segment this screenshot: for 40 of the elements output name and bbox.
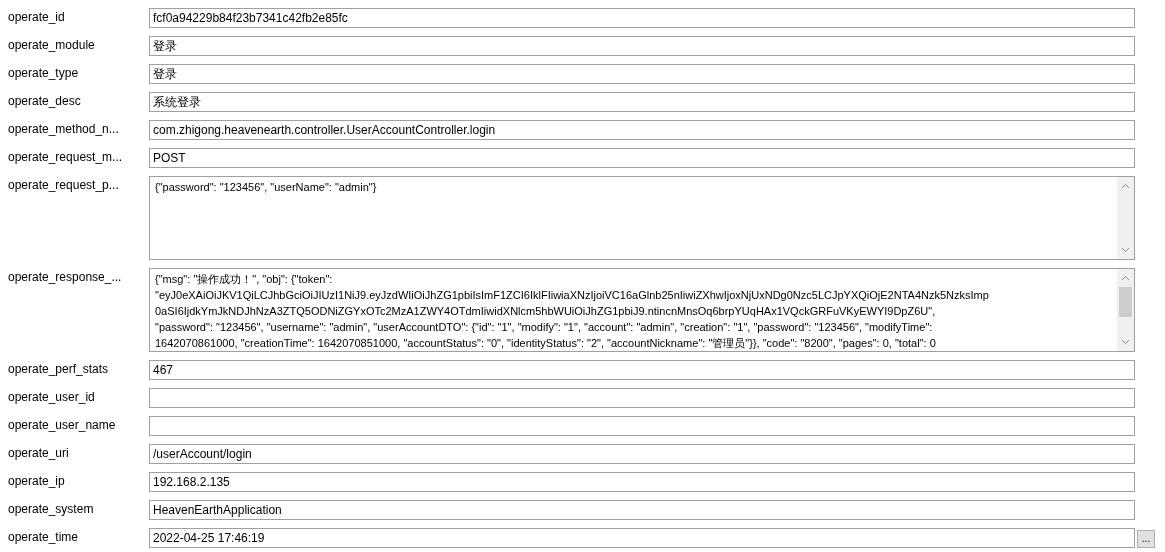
text-field[interactable]: 192.168.2.135 <box>149 472 1135 492</box>
scrollbar[interactable] <box>1117 269 1134 351</box>
text-field[interactable]: POST <box>149 148 1135 168</box>
text-field[interactable]: fcf0a94229b84f23b7341c42fb2e85fc <box>149 8 1135 28</box>
field-label: operate_uri <box>7 445 70 462</box>
text-line: {"msg": "操作成功！", "obj": {"token": <box>155 272 334 287</box>
field-label: operate_user_id <box>7 389 96 406</box>
text-field[interactable]: 登录 <box>149 64 1135 84</box>
scrollbar-thumb[interactable] <box>1119 287 1132 317</box>
text-field[interactable]: 登录 <box>149 36 1135 56</box>
text-field[interactable] <box>149 416 1135 436</box>
field-label: operate_request_p... <box>7 177 120 194</box>
field-label: operate_desc <box>7 93 82 110</box>
field-label: operate_id <box>7 9 66 26</box>
text-area[interactable]: {"password": "123456", "userName": "admin"} <box>149 176 1135 260</box>
field-label: operate_time <box>7 529 80 546</box>
text-field[interactable]: HeavenEarthApplication <box>149 500 1135 520</box>
field-label: operate_method_n... <box>7 121 120 138</box>
text-field[interactable]: 467 <box>149 360 1135 380</box>
text-field[interactable]: com.zhigong.heavenearth.controller.UserAccountController.login <box>149 120 1135 140</box>
field-label: operate_type <box>7 65 80 82</box>
text-field[interactable]: 系统登录 <box>149 92 1135 112</box>
browse-button[interactable]: ... <box>1137 530 1155 548</box>
text-line: "password": "123456", "username": "admin", "userAccountDTO": {"id": "1", "modify": "1", "account": "admin", "creation": "1", "password": "123456", "modifyTime": <box>155 320 934 335</box>
text-field[interactable]: /userAccount/login <box>149 444 1135 464</box>
field-label: operate_user_name <box>7 417 117 434</box>
field-label: operate_system <box>7 501 95 518</box>
text-field[interactable] <box>149 388 1135 408</box>
text-line: 1642070861000, "creationTime": 1642070851000, "accountStatus": "0", "identityStatus": "2", "accountNickname": "管理员"}}, "code": "8200", "pages": 0, "total": 0 <box>155 336 937 351</box>
field-label: operate_response_... <box>7 269 123 286</box>
scrollbar[interactable] <box>1117 177 1134 259</box>
text-line: "eyJ0eXAiOiJKV1QiLCJhbGciOiJIUzI1NiJ9.eyJzdWIiOiJhZG1pbiIsImF1ZCI6IklFIiwiaXNzIjoiVC16aGlnb25nIiwiZXhwIjoxNjUxNDg0Nzc5LCJpYXQiOjE2NTA4Nzk5NzksImp <box>155 288 990 303</box>
field-label: operate_ip <box>7 473 66 490</box>
text-field[interactable]: 2022-04-25 17:46:19 <box>149 528 1135 548</box>
text-area[interactable] <box>149 268 1135 352</box>
text-line: 0aSI6IjdkYmJkNDJhNzA3ZTQ5ODNiZGYxOTc2MzA1ZWY4OTdmIiwidXNlcm5hbWUiOiJhZG1pbiJ9.ntincnMnsOq6brpYUqHAx1VQckGRFuVKyEWYI9DpZ6U", <box>155 304 937 319</box>
field-label: operate_module <box>7 37 96 54</box>
field-label: operate_perf_stats <box>7 361 110 378</box>
text-line: {"password": "123456", "userName": "admin"} <box>155 180 378 195</box>
field-label: operate_request_m... <box>7 149 124 166</box>
